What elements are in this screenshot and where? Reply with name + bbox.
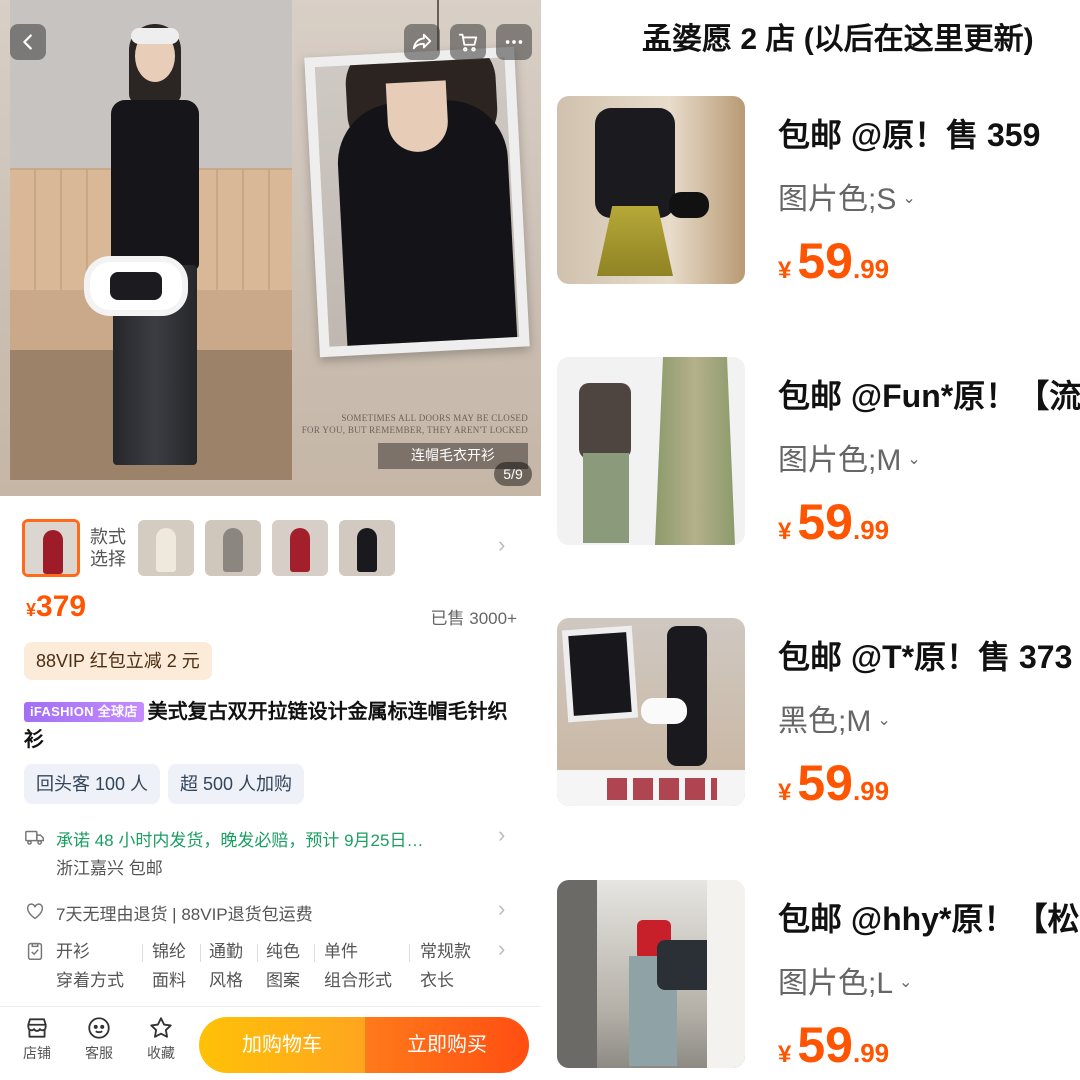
buy-now-button[interactable]: 立即购买 <box>365 1017 529 1073</box>
chevron-down-icon: ⌄ <box>899 974 913 991</box>
bottom-action-bar: 店铺 客服 收藏 加购物车 立即购买 <box>0 1006 541 1080</box>
item-price: ¥59.99 <box>778 494 890 550</box>
product-image-carousel[interactable]: SOMETIMES ALL DOORS MAY BE CLOSED FOR YO… <box>0 0 541 496</box>
chevron-down-icon: ⌄ <box>877 712 891 729</box>
item-thumbnail[interactable] <box>557 618 745 806</box>
clipboard-icon <box>27 942 43 960</box>
truck-icon <box>25 830 44 845</box>
chevron-right-icon: › <box>498 822 506 847</box>
item-variant[interactable]: 图片色;M ⌄ <box>778 435 921 479</box>
item-variant[interactable]: 图片色;S ⌄ <box>778 174 916 218</box>
item-thumbnail[interactable] <box>557 880 745 1068</box>
share-icon <box>412 33 432 50</box>
shop-listing-panel: 孟婆愿 2 店 (以后在这里更新) 包邮 @原！售 359 图片色;S ⌄ ¥59… <box>541 0 1080 1080</box>
more-button[interactable] <box>496 24 532 60</box>
shop-button[interactable]: 店铺 <box>15 1015 59 1063</box>
item-variant[interactable]: 图片色;L ⌄ <box>778 958 912 1002</box>
item-price: ¥59.99 <box>778 233 890 289</box>
list-item[interactable]: 包邮 @原！售 359 图片色;S ⌄ ¥59.99 <box>541 96 1080 296</box>
shipping-promise: 承诺 48 小时内发货，晚发必赔，预计 9月25日… <box>56 831 424 850</box>
chevron-down-icon: ⌄ <box>902 190 916 207</box>
vip-promo-badge[interactable]: 88VIP 红包立减 2 元 <box>24 642 212 680</box>
chat-face-icon <box>88 1017 110 1039</box>
favorite-button[interactable]: 收藏 <box>139 1015 183 1063</box>
chevron-down-icon: ⌄ <box>907 451 921 468</box>
back-button[interactable] <box>10 24 46 60</box>
list-item[interactable]: 包邮 @T*原！售 373 黑色;M ⌄ ¥59.99 <box>541 618 1080 818</box>
cart-icon <box>458 33 478 52</box>
item-thumbnail[interactable] <box>557 357 745 545</box>
list-item[interactable]: 包邮 @Fun*原！【流 图片色;M ⌄ ¥59.99 <box>541 357 1080 557</box>
hero-caption: SOMETIMES ALL DOORS MAY BE CLOSED FOR YO… <box>301 413 528 435</box>
variant-thumb[interactable] <box>272 520 328 576</box>
product-price: ¥379 <box>26 590 87 623</box>
item-price: ¥59.99 <box>778 755 890 811</box>
page-indicator: 5/9 <box>494 462 532 486</box>
shop-title: 孟婆愿 2 店 (以后在这里更新) <box>642 23 1034 56</box>
shipping-origin: 浙江嘉兴 包邮 <box>56 859 163 878</box>
detail-photo <box>304 46 530 358</box>
chevron-right-icon[interactable]: › <box>498 532 505 558</box>
variant-label: 款式 选择 <box>90 527 126 569</box>
heart-shield-icon <box>26 903 44 920</box>
back-icon <box>23 34 32 50</box>
item-variant[interactable]: 黑色;M ⌄ <box>778 696 891 740</box>
chevron-right-icon: › <box>498 936 506 961</box>
brand-badge: iFASHION 全球店 <box>24 702 144 722</box>
product-params[interactable]: 开衫 穿着方式 锦纶 面料 通勤 风格 纯色 图案 单件 组合形式 常规款 衣长… <box>24 936 524 998</box>
tag-repeat-buyers: 回头客 100 人 <box>24 764 161 804</box>
chevron-right-icon: › <box>498 896 506 921</box>
store-icon <box>27 1018 47 1038</box>
star-icon <box>150 1017 172 1038</box>
customer-service-button[interactable]: 客服 <box>77 1015 121 1063</box>
sold-count: 已售 3000+ <box>430 609 517 628</box>
item-thumbnail[interactable] <box>557 96 745 284</box>
variant-thumb[interactable] <box>339 520 395 576</box>
item-price: ¥59.99 <box>778 1017 890 1073</box>
add-to-cart-button[interactable]: 加购物车 <box>199 1017 365 1073</box>
variant-selector: 款式 选择 › <box>0 516 541 582</box>
product-detail-panel: SOMETIMES ALL DOORS MAY BE CLOSED FOR YO… <box>0 0 541 1080</box>
variant-thumb[interactable] <box>22 519 80 577</box>
model-photo <box>10 0 292 480</box>
variant-thumb[interactable] <box>138 520 194 576</box>
product-title: iFASHION 全球店 美式复古双开拉链设计金属标连帽毛针织衫 <box>24 701 508 751</box>
share-button[interactable] <box>404 24 440 60</box>
list-item[interactable]: 包邮 @hhy*原！【松 图片色;L ⌄ ¥59.99 <box>541 880 1080 1080</box>
more-icon <box>505 40 523 44</box>
cart-button[interactable] <box>450 24 486 60</box>
tag-add-to-cart-count: 超 500 人加购 <box>168 764 305 804</box>
variant-thumb[interactable] <box>205 520 261 576</box>
